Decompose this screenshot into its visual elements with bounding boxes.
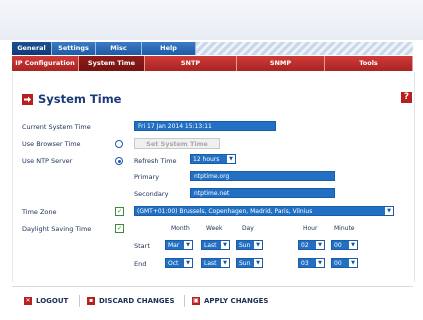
chevron-down-icon: ▼ <box>227 155 235 163</box>
chevron-down-icon: ▼ <box>349 241 357 249</box>
column-month: Month <box>171 225 190 232</box>
ntp-server-radio[interactable] <box>115 157 123 165</box>
refresh-time-label: Refresh Time <box>134 157 177 165</box>
tab-tools[interactable]: Tools <box>325 56 413 71</box>
dst-start-hour-select[interactable]: 02 ▼ <box>298 240 325 250</box>
secondary-ntp-input[interactable]: ntptime.net <box>190 188 335 198</box>
dst-start-day-select[interactable]: Sun ▼ <box>236 240 263 250</box>
tab-sntp[interactable]: SNTP <box>145 56 237 71</box>
chevron-down-icon: ▼ <box>349 259 357 267</box>
footer-divider <box>184 295 185 307</box>
dst-start-month-select[interactable]: Mar ▼ <box>165 240 193 250</box>
dst-start-week-select[interactable]: Last ▼ <box>201 240 230 250</box>
time-zone-checkbox[interactable]: ✓ <box>115 207 124 216</box>
tab-misc[interactable]: Misc <box>96 42 142 55</box>
chevron-down-icon: ▼ <box>184 241 192 249</box>
current-time-field[interactable]: Fri 17 Jan 2014 15:13:11 <box>134 121 276 131</box>
tab-bar-filler <box>196 42 413 55</box>
tab-ip-configuration[interactable]: IP Configuration <box>12 56 79 71</box>
tab-snmp[interactable]: SNMP <box>237 56 325 71</box>
column-day: Day <box>242 225 254 232</box>
chevron-down-icon: ▼ <box>254 241 262 249</box>
chevron-down-icon: ▼ <box>316 241 324 249</box>
chevron-down-icon: ▼ <box>184 259 192 267</box>
logout-button[interactable]: ✕ LOGOUT <box>24 297 68 305</box>
set-system-time-button[interactable]: Set System Time <box>134 138 220 149</box>
discard-changes-button[interactable]: ▪ DISCARD CHANGES <box>87 297 175 305</box>
chevron-down-icon: ▼ <box>316 259 324 267</box>
chevron-down-icon: ▼ <box>385 207 393 215</box>
daylight-saving-checkbox[interactable]: ✓ <box>115 224 124 233</box>
tab-general[interactable]: General <box>12 42 52 55</box>
dst-end-week-select[interactable]: Last ▼ <box>201 258 230 268</box>
daylight-saving-label: Daylight Saving Time <box>22 225 92 233</box>
dst-end-month-select[interactable]: Oct ▼ <box>165 258 193 268</box>
header-background <box>0 0 423 40</box>
column-hour: Hour <box>303 225 318 232</box>
secondary-label: Secondary <box>134 190 169 198</box>
chevron-down-icon: ▼ <box>221 259 229 267</box>
help-icon[interactable]: ? <box>401 92 412 103</box>
apply-changes-button[interactable]: ▣ APPLY CHANGES <box>192 297 268 305</box>
refresh-time-select[interactable]: 12 hours ▼ <box>190 154 236 164</box>
dst-start-minute-select[interactable]: 00 ▼ <box>331 240 358 250</box>
close-icon: ✕ <box>24 297 32 305</box>
current-time-label: Current System Time <box>22 123 91 131</box>
tab-settings[interactable]: Settings <box>52 42 96 55</box>
trash-icon: ▪ <box>87 297 95 305</box>
chevron-down-icon: ▼ <box>221 241 229 249</box>
primary-tabs: General Settings Misc Help <box>12 42 196 55</box>
tab-help[interactable]: Help <box>142 42 196 55</box>
dst-end-day-select[interactable]: Sun ▼ <box>236 258 263 268</box>
footer-divider <box>79 295 80 307</box>
ntp-server-label: Use NTP Server <box>22 157 73 165</box>
time-zone-label: Time Zone <box>22 208 57 216</box>
dst-end-label: End <box>134 260 147 268</box>
browser-time-label: Use Browser Time <box>22 140 81 148</box>
column-week: Week <box>206 225 223 232</box>
page-title-row: System Time <box>22 92 121 106</box>
dst-end-hour-select[interactable]: 03 ▼ <box>298 258 325 268</box>
time-zone-select[interactable]: (GMT+01:00) Brussels, Copenhagen, Madrid… <box>134 206 394 216</box>
dst-end-minute-select[interactable]: 00 ▼ <box>331 258 358 268</box>
primary-label: Primary <box>134 173 160 181</box>
page-title: System Time <box>38 92 122 106</box>
dst-start-label: Start <box>134 242 150 250</box>
browser-time-radio[interactable] <box>115 140 123 148</box>
secondary-tabs: IP Configuration System Time SNTP SNMP T… <box>12 56 413 71</box>
primary-ntp-input[interactable]: ntptime.org <box>190 171 335 181</box>
column-minute: Minute <box>334 225 355 232</box>
chevron-down-icon: ▼ <box>254 259 262 267</box>
save-icon: ▣ <box>192 297 200 305</box>
tab-system-time[interactable]: System Time <box>79 56 145 71</box>
arrow-right-icon <box>22 93 33 105</box>
